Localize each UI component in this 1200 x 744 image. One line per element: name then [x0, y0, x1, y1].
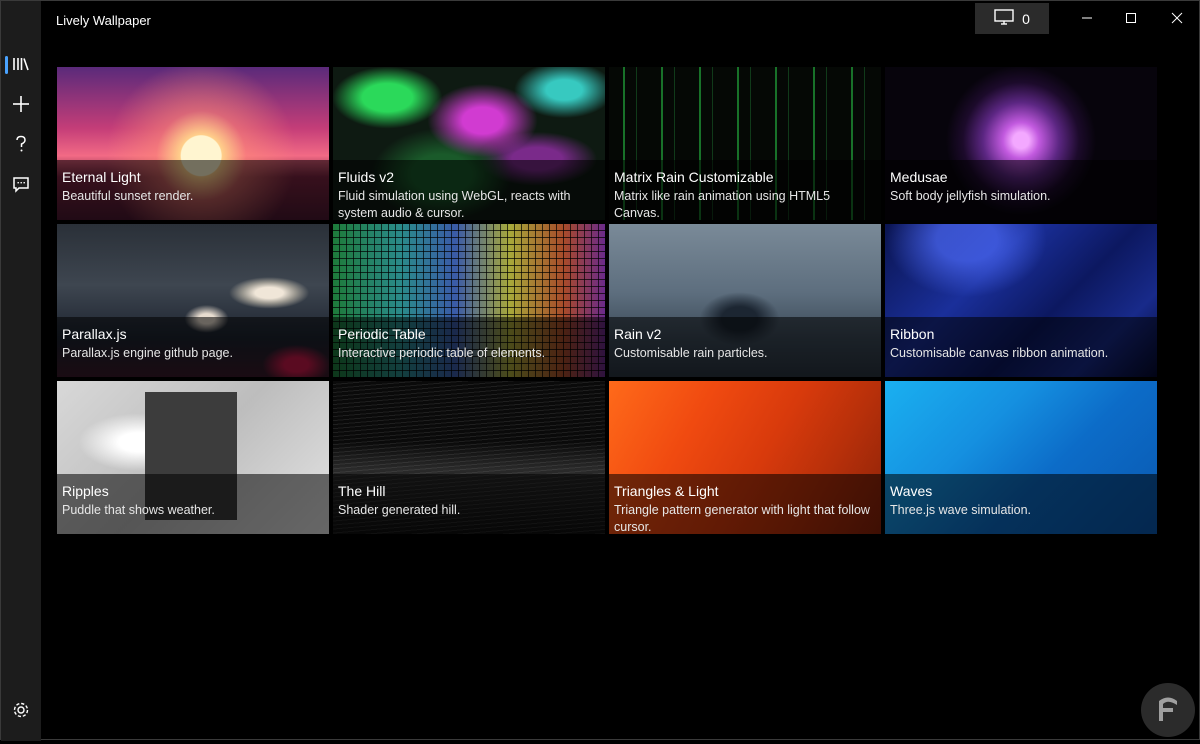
- wallpaper-description: Customisable rain particles.: [614, 346, 768, 360]
- wallpaper-tile[interactable]: Fluids v2 Fluid simulation using WebGL, …: [333, 67, 605, 220]
- tile-caption: Eternal Light Beautiful sunset render.: [57, 160, 329, 220]
- choose-display-button[interactable]: 0: [975, 3, 1049, 34]
- wallpaper-tile[interactable]: Ripples Puddle that shows weather.: [57, 381, 329, 534]
- wallpaper-tile[interactable]: Waves Three.js wave simulation.: [885, 381, 1157, 534]
- wallpaper-description: Soft body jellyfish simulation.: [890, 189, 1051, 203]
- watermark-logo: [1139, 681, 1197, 739]
- minimize-button[interactable]: [1064, 1, 1110, 35]
- wallpaper-tile[interactable]: Periodic Table Interactive periodic tabl…: [333, 224, 605, 377]
- monitor-icon: [994, 9, 1014, 28]
- wallpaper-description: Three.js wave simulation.: [890, 503, 1032, 517]
- wallpaper-title: Parallax.js: [62, 326, 127, 342]
- wallpaper-title: Matrix Rain Customizable: [614, 169, 774, 185]
- wallpaper-title: The Hill: [338, 483, 386, 499]
- wallpaper-tile[interactable]: Triangles & Light Triangle pattern gener…: [609, 381, 881, 534]
- tile-caption: The Hill Shader generated hill.: [333, 474, 605, 534]
- wallpaper-description: Beautiful sunset render.: [62, 189, 194, 203]
- tile-caption: Parallax.js Parallax.js engine github pa…: [57, 317, 329, 377]
- tile-caption: Matrix Rain Customizable Matrix like rai…: [609, 160, 881, 220]
- wallpaper-tile[interactable]: The Hill Shader generated hill.: [333, 381, 605, 534]
- sidebar: [1, 1, 41, 741]
- settings-icon: [12, 701, 30, 724]
- wallpaper-tile[interactable]: Medusae Soft body jellyfish simulation.: [885, 67, 1157, 220]
- wallpaper-description: Puddle that shows weather.: [62, 503, 215, 517]
- wallpaper-description: Interactive periodic table of elements.: [338, 346, 546, 360]
- wallpaper-title: Eternal Light: [62, 169, 141, 185]
- close-button[interactable]: [1154, 1, 1200, 35]
- tile-caption: Ribbon Customisable canvas ribbon animat…: [885, 317, 1157, 377]
- wallpaper-description: Fluid simulation using WebGL, reacts wit…: [338, 189, 571, 220]
- wallpaper-title: Rain v2: [614, 326, 662, 342]
- close-icon: [1171, 12, 1183, 24]
- app-title: Lively Wallpaper: [56, 13, 151, 28]
- monitor-count: 0: [1022, 10, 1030, 27]
- help-button[interactable]: [1, 128, 41, 164]
- tile-caption: Fluids v2 Fluid simulation using WebGL, …: [333, 160, 605, 220]
- feedback-icon: [12, 175, 30, 198]
- wallpaper-description: Parallax.js engine github page.: [62, 346, 233, 360]
- tile-caption: Medusae Soft body jellyfish simulation.: [885, 160, 1157, 220]
- wallpaper-title: Ribbon: [890, 326, 935, 342]
- wallpaper-description: Triangle pattern generator with light th…: [614, 503, 870, 534]
- wallpaper-title: Fluids v2: [338, 169, 395, 185]
- wallpaper-tile[interactable]: Eternal Light Beautiful sunset render.: [57, 67, 329, 220]
- title-bar: Lively Wallpaper 0: [41, 1, 1199, 37]
- library-nav-button[interactable]: [1, 48, 41, 84]
- tile-caption: Waves Three.js wave simulation.: [885, 474, 1157, 534]
- maximize-icon: [1125, 12, 1137, 24]
- minimize-icon: [1081, 12, 1093, 24]
- wallpaper-title: Triangles & Light: [614, 483, 719, 499]
- wallpaper-tile[interactable]: Parallax.js Parallax.js engine github pa…: [57, 224, 329, 377]
- wallpaper-title: Medusae: [890, 169, 948, 185]
- add-icon: [12, 95, 30, 118]
- wallpaper-tile[interactable]: Rain v2 Customisable rain particles.: [609, 224, 881, 377]
- help-icon: [14, 135, 28, 158]
- tile-caption: Triangles & Light Triangle pattern gener…: [609, 474, 881, 534]
- app-window: Lively Wallpaper 0 Eternal Light Beautif…: [0, 0, 1200, 741]
- tile-caption: Ripples Puddle that shows weather.: [57, 474, 329, 534]
- feedback-button[interactable]: [1, 168, 41, 204]
- wallpaper-title: Periodic Table: [338, 326, 426, 342]
- settings-button[interactable]: [1, 694, 41, 730]
- tile-caption: Rain v2 Customisable rain particles.: [609, 317, 881, 377]
- wallpaper-description: Shader generated hill.: [338, 503, 461, 517]
- library-icon: [12, 56, 30, 77]
- wallpaper-description: Customisable canvas ribbon animation.: [890, 346, 1109, 360]
- wallpaper-title: Waves: [890, 483, 933, 499]
- wallpaper-tile[interactable]: Matrix Rain Customizable Matrix like rai…: [609, 67, 881, 220]
- add-wallpaper-button[interactable]: [1, 88, 41, 124]
- wallpaper-title: Ripples: [62, 483, 109, 499]
- maximize-button[interactable]: [1108, 1, 1154, 35]
- wallpaper-description: Matrix like rain animation using HTML5 C…: [614, 189, 831, 220]
- wallpaper-tile[interactable]: Ribbon Customisable canvas ribbon animat…: [885, 224, 1157, 377]
- tile-caption: Periodic Table Interactive periodic tabl…: [333, 317, 605, 377]
